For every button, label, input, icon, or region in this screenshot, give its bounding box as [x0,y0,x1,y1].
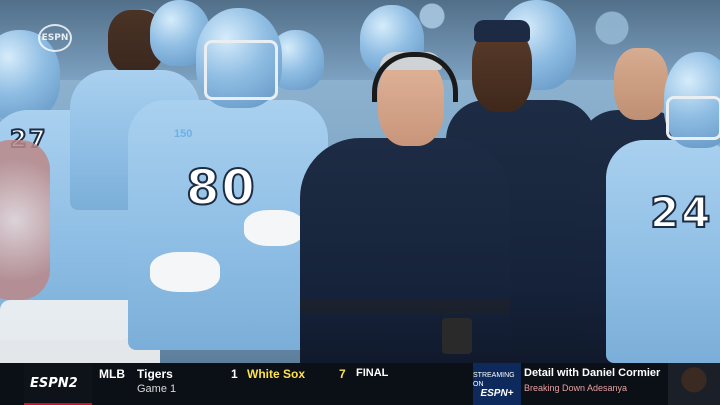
face-mask [666,96,720,140]
promo-title: Detail with Daniel Cormier [524,367,661,379]
face [614,48,668,120]
home-team-name: White Sox [247,367,306,381]
home-team-score: 7 [339,367,346,381]
promo-thumbnail [668,363,720,405]
game-status: FINAL [356,367,389,379]
network-corner-bug: ESPN [38,24,72,52]
away-team-score: 1 [231,367,238,381]
league-label: MLB [99,367,125,381]
face-mask [204,40,278,100]
jersey-number: 80 [185,159,257,217]
promo-subtitle: Breaking Down Adesanya [524,383,628,393]
anniversary-patch: 150 [174,128,193,140]
stream-label: STREAMING ON [473,371,515,388]
belt [300,300,510,314]
espn-plus-logo: ESPN+ [480,387,514,399]
cap [474,20,530,42]
glove [150,252,220,292]
jersey-number: 24 [649,187,713,238]
score-ticker: ESPN2 MLB Tigers Game 1 1 White Sox 7 FI… [0,363,720,405]
espn2-logo: ESPN2 [24,363,92,405]
broadcast-video-frame: 27 80 150 24 ESPN [0,0,720,363]
espn-plus-stream-badge: STREAMING ON ESPN+ [473,363,521,405]
glove [244,210,304,246]
navy-polo [300,138,510,363]
jersey [606,140,720,363]
away-team-name: Tigers [137,367,173,381]
blurred-helmet-foreground [0,140,50,300]
game-number-label: Game 1 [137,383,177,395]
radio-pack [442,318,472,354]
